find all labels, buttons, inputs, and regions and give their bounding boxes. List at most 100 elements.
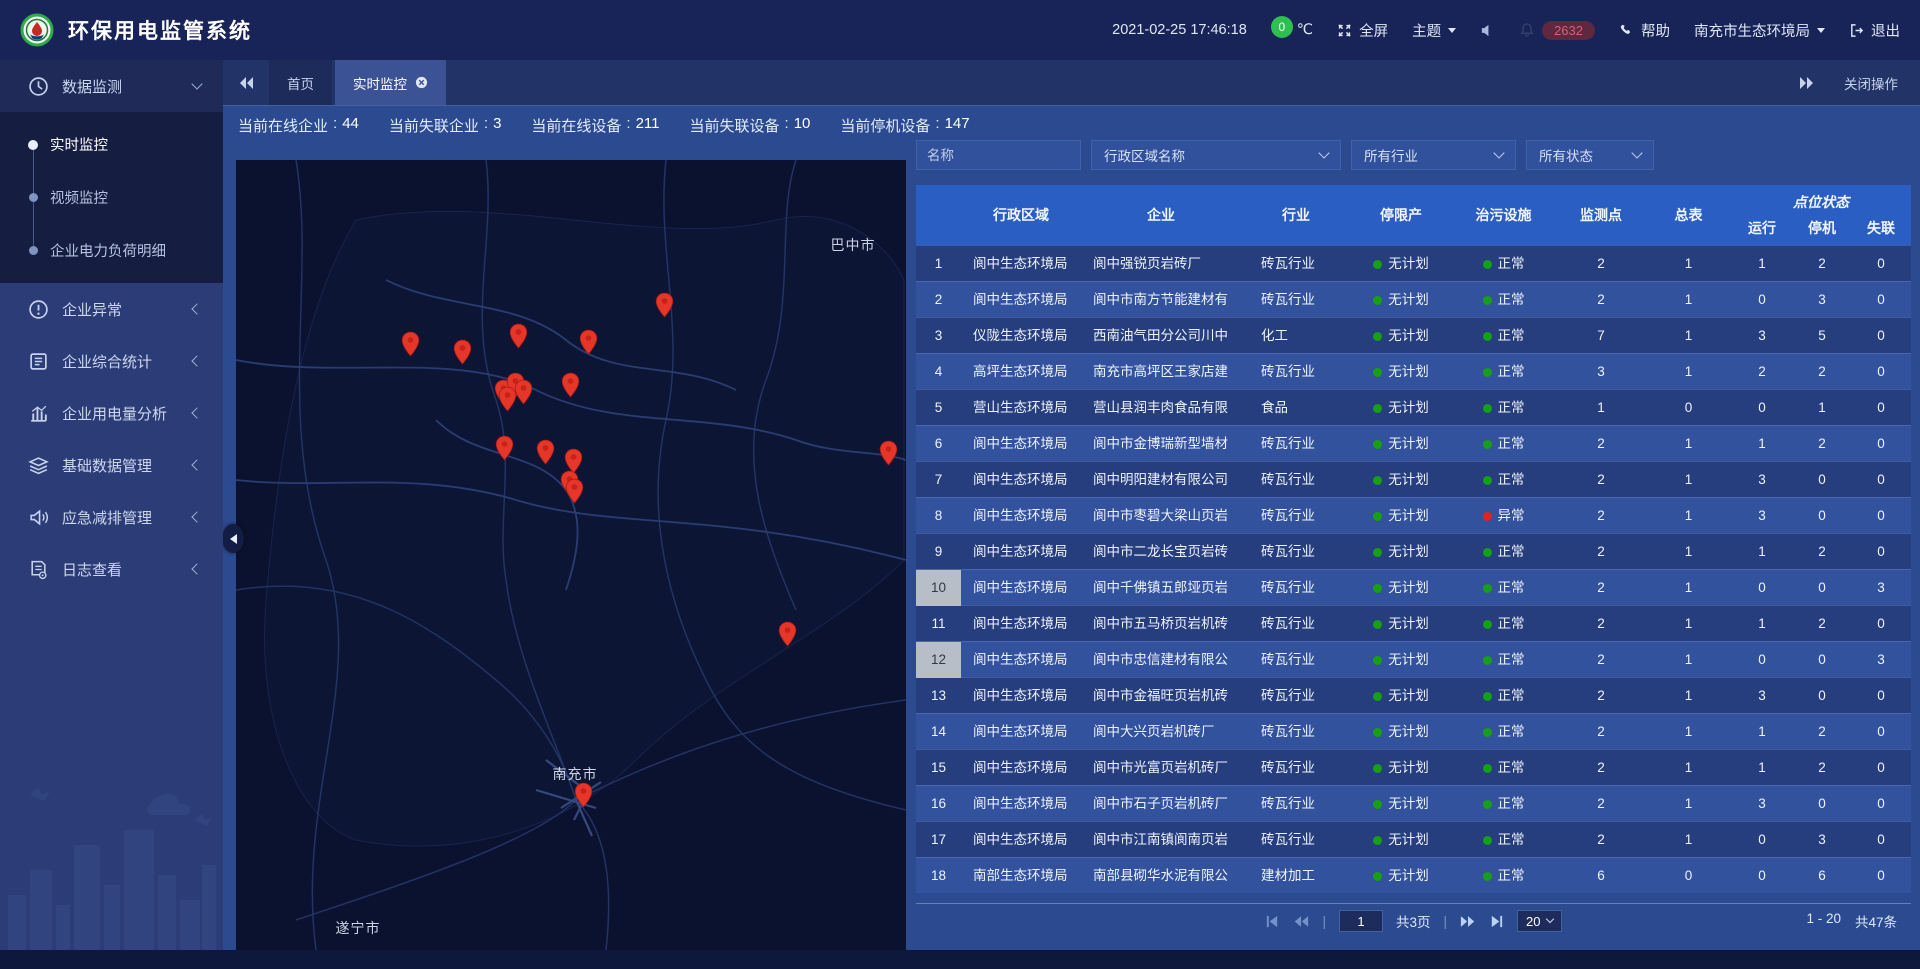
map-pin[interactable] xyxy=(879,440,898,466)
industry-filter-select[interactable]: 所有行业 xyxy=(1351,140,1516,170)
cell-stop: 2 xyxy=(1793,750,1851,786)
first-page-button[interactable] xyxy=(1265,914,1280,929)
fullscreen-button[interactable]: 全屏 xyxy=(1337,20,1388,41)
table-row[interactable]: 15阆中生态环境局阆中市光富页岩机砖厂砖瓦行业无计划正常21120 xyxy=(916,749,1911,785)
prev-page-button[interactable] xyxy=(1293,914,1309,929)
row-index: 13 xyxy=(916,678,961,714)
map-pin[interactable] xyxy=(509,323,528,349)
table-row[interactable]: 3仪陇生态环境局西南油气田分公司川中化工无计划正常71350 xyxy=(916,317,1911,353)
map-pin[interactable] xyxy=(778,621,797,647)
tab-1[interactable]: 实时监控 xyxy=(335,60,446,105)
chevron-down-icon xyxy=(1318,147,1329,158)
map-pin[interactable] xyxy=(655,292,674,318)
cell-stop: 2 xyxy=(1793,606,1851,642)
table-row[interactable]: 14阆中生态环境局阆中大兴页岩机砖厂砖瓦行业无计划正常21120 xyxy=(916,713,1911,749)
sidebar-item-3[interactable]: 企业用电量分析 xyxy=(0,387,223,439)
close-operations-button[interactable]: 关闭操作 xyxy=(1844,73,1898,93)
table-row[interactable]: 11阆中生态环境局阆中市五马桥页岩机砖砖瓦行业无计划正常21120 xyxy=(916,605,1911,641)
col-lost: 失联 xyxy=(1851,218,1911,238)
map-pin[interactable] xyxy=(401,331,420,357)
status-dot xyxy=(1483,332,1492,341)
table-row[interactable]: 2阆中生态环境局阆中市南方节能建材有砖瓦行业无计划正常21030 xyxy=(916,281,1911,317)
cell-run: 1 xyxy=(1731,534,1793,570)
sidebar-item-1[interactable]: 企业异常 xyxy=(0,283,223,335)
col-point-status-group: 点位状态 运行 停机 失联 xyxy=(1731,185,1911,245)
table-row[interactable]: 7阆中生态环境局阆中明阳建材有限公司砖瓦行业无计划正常21300 xyxy=(916,461,1911,497)
theme-dropdown[interactable]: 主题 xyxy=(1412,20,1456,41)
cell-lost: 0 xyxy=(1851,462,1911,498)
mute-button[interactable] xyxy=(1480,23,1495,38)
map-panel[interactable]: 巴中市南充市遂宁市 xyxy=(236,160,906,950)
status-dot xyxy=(1373,584,1382,593)
cell-region: 营山生态环境局 xyxy=(961,390,1081,426)
row-index: 18 xyxy=(916,858,961,894)
cell-limit-status: 无计划 xyxy=(1351,822,1451,858)
cell-facility-status: 正常 xyxy=(1451,390,1556,426)
table-row[interactable]: 18南部生态环境局南部县砌华水泥有限公建材加工无计划正常60060 xyxy=(916,857,1911,893)
table-row[interactable]: 5营山生态环境局营山县润丰肉食品有限食品无计划正常10010 xyxy=(916,389,1911,425)
cell-region: 阆中生态环境局 xyxy=(961,462,1081,498)
table-row[interactable]: 13阆中生态环境局阆中市金福旺页岩机砖砖瓦行业无计划正常21300 xyxy=(916,677,1911,713)
next-page-button[interactable] xyxy=(1460,914,1476,929)
tab-0[interactable]: 首页 xyxy=(269,60,332,105)
col-limit: 停限产 xyxy=(1351,205,1451,225)
status-dot xyxy=(1373,656,1382,665)
last-page-button[interactable] xyxy=(1489,914,1504,929)
table-row[interactable]: 17阆中生态环境局阆中市江南镇阆南页岩砖瓦行业无计划正常21030 xyxy=(916,821,1911,857)
sidebar-item-0[interactable]: 数据监测 xyxy=(0,60,223,112)
map-pin[interactable] xyxy=(579,329,598,355)
status-filter-select[interactable]: 所有状态 xyxy=(1526,140,1654,170)
table-row[interactable]: 10阆中生态环境局阆中千佛镇五郎垭页岩砖瓦行业无计划正常21003 xyxy=(916,569,1911,605)
org-dropdown[interactable]: 南充市生态环境局 xyxy=(1694,20,1825,41)
sidebar-subitem-1[interactable]: 视频监控 xyxy=(0,171,223,224)
page-number-input[interactable] xyxy=(1339,910,1383,932)
map-pin[interactable] xyxy=(574,782,593,808)
notification-bell[interactable]: 2632 xyxy=(1519,21,1595,40)
sidebar-item-5[interactable]: 应急减排管理 xyxy=(0,491,223,543)
map-pin[interactable] xyxy=(453,339,472,365)
cell-facility-status: 正常 xyxy=(1451,786,1556,822)
sidebar-item-2[interactable]: 企业综合统计 xyxy=(0,335,223,387)
tab-close-icon[interactable] xyxy=(415,76,428,89)
status-dot xyxy=(1483,404,1492,413)
region-filter-select[interactable]: 行政区域名称 xyxy=(1091,140,1341,170)
map-pin[interactable] xyxy=(498,386,517,412)
map-pin[interactable] xyxy=(561,372,580,398)
cell-run: 2 xyxy=(1731,354,1793,390)
status-dot xyxy=(1483,836,1492,845)
map-pin[interactable] xyxy=(565,478,584,504)
tabs-scroll-right-button[interactable] xyxy=(1798,77,1814,89)
table-row[interactable]: 16阆中生态环境局阆中市石子页岩机砖厂砖瓦行业无计划正常21300 xyxy=(916,785,1911,821)
table-row[interactable]: 12阆中生态环境局阆中市忠信建材有限公砖瓦行业无计划正常21003 xyxy=(916,641,1911,677)
cell-run: 0 xyxy=(1731,642,1793,678)
table-row[interactable]: 1阆中生态环境局阆中强锐页岩砖厂砖瓦行业无计划正常21120 xyxy=(916,245,1911,281)
sidebar-subitem-2[interactable]: 企业电力负荷明细 xyxy=(0,224,223,277)
cell-region: 阆中生态环境局 xyxy=(961,678,1081,714)
cell-limit-status: 无计划 xyxy=(1351,426,1451,462)
cell-points: 1 xyxy=(1556,390,1646,426)
table-row[interactable]: 8阆中生态环境局阆中市枣碧大梁山页岩砖瓦行业无计划异常21300 xyxy=(916,497,1911,533)
cell-points: 2 xyxy=(1556,642,1646,678)
table-row[interactable]: 9阆中生态环境局阆中市二龙长宝页岩砖砖瓦行业无计划正常21120 xyxy=(916,533,1911,569)
sidebar-collapse-button[interactable] xyxy=(223,524,244,553)
cell-points: 7 xyxy=(1556,318,1646,354)
status-dot xyxy=(1373,368,1382,377)
cell-industry: 砖瓦行业 xyxy=(1241,714,1351,750)
sidebar-item-6[interactable]: 日志查看 xyxy=(0,543,223,595)
map-pin[interactable] xyxy=(495,435,514,461)
tabs-scroll-left-button[interactable] xyxy=(239,77,255,89)
cell-stop: 3 xyxy=(1793,822,1851,858)
chevron-down-icon xyxy=(1631,147,1642,158)
sidebar-item-4[interactable]: 基础数据管理 xyxy=(0,439,223,491)
map-pin[interactable] xyxy=(536,439,555,465)
logout-button[interactable]: 退出 xyxy=(1849,20,1900,41)
table-row[interactable]: 6阆中生态环境局阆中市金博瑞新型墙材砖瓦行业无计划正常21120 xyxy=(916,425,1911,461)
sidebar-subitem-0[interactable]: 实时监控 xyxy=(0,118,223,171)
cell-stop: 2 xyxy=(1793,246,1851,282)
table-row[interactable]: 4高坪生态环境局南充市高坪区王家店建砖瓦行业无计划正常31220 xyxy=(916,353,1911,389)
col-points: 监测点 xyxy=(1556,205,1646,225)
tab-bar: 首页实时监控 关闭操作 xyxy=(223,60,1920,106)
name-filter-input[interactable] xyxy=(916,140,1081,170)
help-button[interactable]: 帮助 xyxy=(1619,20,1670,41)
page-size-select[interactable]: 20 xyxy=(1517,910,1561,932)
